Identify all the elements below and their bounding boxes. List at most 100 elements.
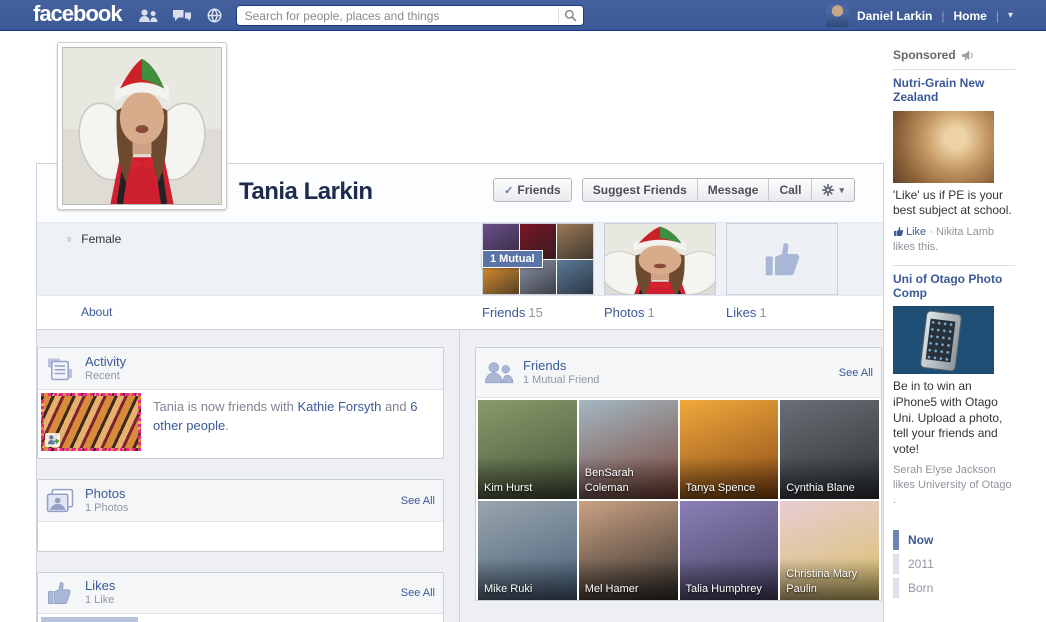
mutual-friends-badge: 1 Mutual xyxy=(482,250,543,268)
timeline-label: 2011 xyxy=(908,556,934,571)
photos-box: Photos 1 Photos See All xyxy=(37,479,444,552)
friend-tile[interactable]: Kim Hurst xyxy=(478,400,577,499)
iphone-graphic xyxy=(919,310,963,373)
timeline-bar xyxy=(893,553,899,574)
friend-tile[interactable]: Christina Mary Paulin xyxy=(780,501,879,600)
timeline-navigation: Now 2011 Born xyxy=(893,529,1015,598)
ad-nutrigrain: Nutri-Grain New Zealand 'Like' us if PE … xyxy=(893,76,1015,255)
ad-body-text: Be in to win an iPhone5 with Otago Uni. … xyxy=(893,379,1003,456)
friends-grid: Kim Hurst BenSarah Coleman Tanya Spence Cyn… xyxy=(476,398,881,602)
likes-box: Likes 1 Like See All xyxy=(37,572,444,622)
like-link[interactable]: Like xyxy=(906,226,926,238)
ad-image[interactable] xyxy=(893,110,994,183)
gear-icon xyxy=(822,184,835,196)
photos-see-all-link[interactable]: See All xyxy=(401,495,435,507)
liked-page-thumbnail[interactable] xyxy=(41,617,138,622)
photos-tile-label[interactable]: Photos 1 xyxy=(604,305,716,320)
notifications-globe-icon[interactable] xyxy=(204,8,226,24)
friends-title[interactable]: Friends xyxy=(523,358,599,374)
check-icon: ✓ xyxy=(504,185,514,197)
home-link[interactable]: Home xyxy=(954,9,987,23)
likes-see-all-link[interactable]: See All xyxy=(401,587,435,599)
thumb-up-icon xyxy=(765,243,800,276)
topbar-divider: | xyxy=(941,8,945,23)
activity-story-text: Tania is now friends with Kathie Forsyth… xyxy=(153,399,418,433)
collage-photo xyxy=(557,259,593,294)
add-friend-icon xyxy=(45,433,60,447)
ad-title-link[interactable]: Uni of Otago Photo Comp xyxy=(893,272,1015,301)
friend-link[interactable]: Kathie Forsyth xyxy=(298,399,382,414)
timeline-label: Now xyxy=(908,532,934,547)
friends-people-icon xyxy=(484,360,514,386)
ad-social-row: Like · Nikita Lamb likes this. xyxy=(893,225,995,253)
friends-status-button[interactable]: ✓ Friends xyxy=(493,178,572,202)
profile-picture[interactable] xyxy=(57,42,227,210)
friends-tile[interactable]: 1 Mutual xyxy=(482,223,594,295)
activity-box: Activity Recent Tania is now friends wit… xyxy=(37,347,444,459)
friend-tile[interactable]: Cynthia Blane xyxy=(780,400,879,499)
photos-box-body xyxy=(38,522,443,550)
likes-tile[interactable] xyxy=(726,223,838,295)
ad-social-text: Serah Elyse Jackson likes University of … xyxy=(893,464,1012,507)
female-icon: ♀ xyxy=(65,234,74,246)
photos-title[interactable]: Photos xyxy=(85,486,128,502)
ad-title-link[interactable]: Nutri-Grain New Zealand xyxy=(893,76,1015,105)
activity-subtitle: Recent xyxy=(85,369,120,382)
activity-notes-icon xyxy=(46,357,76,381)
timeline-nav-item[interactable]: Now xyxy=(893,529,1015,550)
friend-name-label: Kim Hurst xyxy=(484,481,533,494)
friend-tile[interactable]: Tanya Spence xyxy=(679,400,779,499)
friend-requests-icon[interactable] xyxy=(138,8,160,24)
likes-tile-label[interactable]: Likes 1 xyxy=(726,305,838,320)
timeline-label: Born xyxy=(908,580,934,595)
friend-tile[interactable]: Talia Humphrey xyxy=(679,501,779,600)
friends-box: Friends 1 Mutual Friend See All Kim Hurs… xyxy=(475,347,882,601)
photos-tile-image xyxy=(605,224,715,294)
current-user-avatar[interactable] xyxy=(826,4,850,27)
friend-name-label: Mike Ruki xyxy=(484,582,533,595)
likes-subtitle: 1 Like xyxy=(85,594,115,607)
photos-tile[interactable] xyxy=(604,223,716,295)
profile-actions-group: Suggest Friends Message Call ▾ xyxy=(581,178,855,202)
photos-stack-icon xyxy=(46,488,76,513)
sponsored-label: Sponsored xyxy=(893,48,956,62)
message-button[interactable]: Message xyxy=(698,179,770,201)
timeline-nav-item[interactable]: 2011 xyxy=(893,553,1015,574)
friend-name-label: Cynthia Blane xyxy=(786,481,855,494)
friend-name-label: BenSarah Coleman xyxy=(584,467,634,494)
timeline-section: Activity Recent Tania is now friends wit… xyxy=(36,330,884,622)
search-icon[interactable] xyxy=(558,6,583,25)
ad-image[interactable] xyxy=(893,306,994,375)
suggest-friends-button[interactable]: Suggest Friends xyxy=(583,179,698,201)
friend-tile[interactable]: BenSarah Coleman xyxy=(578,400,678,499)
photos-subtitle: 1 Photos xyxy=(85,501,129,514)
friend-tile[interactable]: Mike Ruki xyxy=(478,501,577,600)
account-menu-chevron-down-icon[interactable]: ▾ xyxy=(1008,10,1013,21)
activity-story-thumbnail[interactable] xyxy=(41,393,141,451)
friend-name-label: Talia Humphrey xyxy=(685,582,762,595)
search-input[interactable] xyxy=(236,6,558,25)
sidebar-divider xyxy=(893,69,1015,70)
ad-otago: Uni of Otago Photo Comp Be in to win an … xyxy=(893,272,1015,508)
friend-name-label: Tanya Spence xyxy=(685,481,756,494)
like-thumb-icon xyxy=(894,227,904,236)
about-link[interactable]: About xyxy=(81,305,112,319)
ad-body-text: 'Like' us if PE is your best subject at … xyxy=(893,187,1012,218)
timeline-nav-item[interactable]: Born xyxy=(893,577,1015,598)
friends-subtitle: 1 Mutual Friend xyxy=(523,373,600,386)
friend-name-label: Christina Mary Paulin xyxy=(786,568,858,595)
search-box xyxy=(235,5,584,26)
facebook-logo[interactable]: facebook xyxy=(33,1,123,27)
activity-title[interactable]: Activity xyxy=(85,354,126,370)
timeline-spine xyxy=(459,330,460,622)
friend-tile[interactable]: Mel Hamer xyxy=(578,501,678,600)
likes-title[interactable]: Likes xyxy=(85,578,115,594)
friends-tile-label[interactable]: Friends 15 xyxy=(482,305,594,320)
call-button[interactable]: Call xyxy=(769,179,813,201)
topbar-divider: | xyxy=(995,8,999,23)
messages-icon[interactable] xyxy=(171,8,193,24)
settings-gear-button[interactable]: ▾ xyxy=(812,179,854,201)
current-user-name[interactable]: Daniel Larkin xyxy=(857,9,932,23)
friends-see-all-link[interactable]: See All xyxy=(839,367,873,379)
profile-photo-image xyxy=(62,47,222,205)
